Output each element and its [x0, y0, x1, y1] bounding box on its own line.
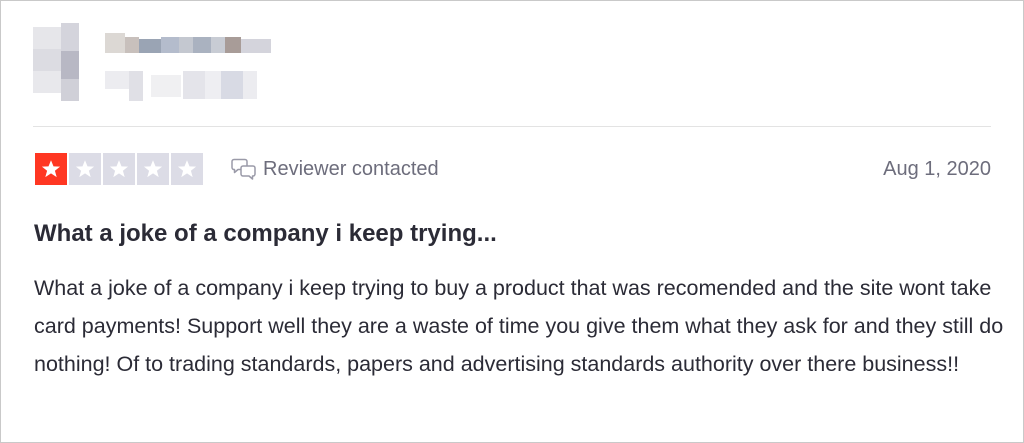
star-icon	[171, 153, 203, 185]
star-icon	[69, 153, 101, 185]
redacted-reviewer-info	[33, 19, 283, 109]
reviewer-contacted-status: Reviewer contacted	[231, 153, 439, 185]
review-date: Aug 1, 2020	[883, 157, 991, 180]
star-icon	[35, 153, 67, 185]
review-card: Reviewer contacted Aug 1, 2020 What a jo…	[0, 0, 1024, 443]
reviewer-contacted-label: Reviewer contacted	[263, 157, 439, 180]
chat-bubbles-icon	[231, 158, 256, 180]
review-body: What a joke of a company i keep trying t…	[34, 276, 1004, 376]
star-rating	[35, 153, 203, 185]
star-icon	[103, 153, 135, 185]
header-divider	[33, 126, 991, 127]
star-icon	[137, 153, 169, 185]
review-title[interactable]: What a joke of a company i keep trying..…	[34, 220, 497, 248]
